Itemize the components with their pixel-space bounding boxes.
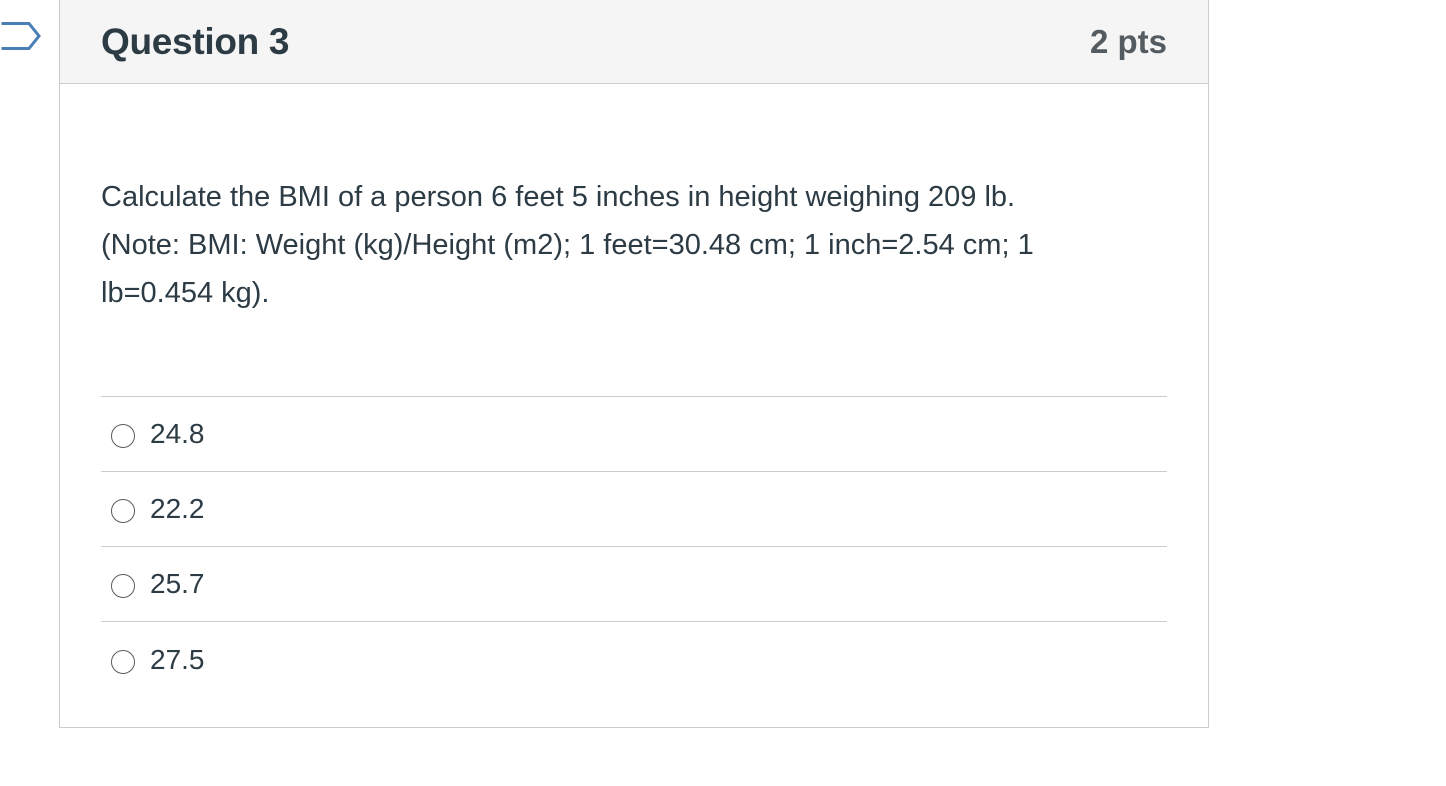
radio-unchecked-icon[interactable]: [111, 499, 135, 523]
answer-label[interactable]: 27.5: [150, 644, 205, 676]
answer-option[interactable]: 24.8: [101, 397, 1167, 472]
question-text-line: (Note: BMI: Weight (kg)/Height (m2); 1 f…: [101, 229, 1034, 261]
question-title: Question 3: [101, 20, 290, 62]
question-text-line: Calculate the BMI of a person 6 feet 5 i…: [101, 181, 1016, 213]
quiz-page: Question 3 2 pts Calculate the BMI of a …: [0, 0, 1446, 786]
radio-unchecked-icon[interactable]: [111, 424, 135, 448]
radio-unchecked-icon[interactable]: [111, 574, 135, 598]
answer-option[interactable]: 25.7: [101, 547, 1167, 622]
answer-option[interactable]: 27.5: [101, 622, 1167, 697]
radio-unchecked-icon[interactable]: [111, 649, 135, 674]
answer-label[interactable]: 22.2: [150, 493, 205, 525]
answer-list: 24.8 22.2 25.7 27.5: [101, 396, 1167, 697]
question-text: Calculate the BMI of a person 6 feet 5 i…: [101, 173, 1146, 317]
question-card: Question 3 2 pts Calculate the BMI of a …: [59, 0, 1209, 728]
question-header: Question 3 2 pts: [60, 0, 1208, 84]
answer-label[interactable]: 25.7: [150, 568, 205, 600]
question-text-line: lb=0.454 kg).: [101, 277, 270, 309]
question-points: 2 pts: [1089, 22, 1167, 60]
answer-label[interactable]: 24.8: [150, 418, 205, 450]
flag-question-icon[interactable]: [0, 18, 42, 54]
question-body: Calculate the BMI of a person 6 feet 5 i…: [60, 173, 1208, 697]
answer-option[interactable]: 22.2: [101, 472, 1167, 547]
